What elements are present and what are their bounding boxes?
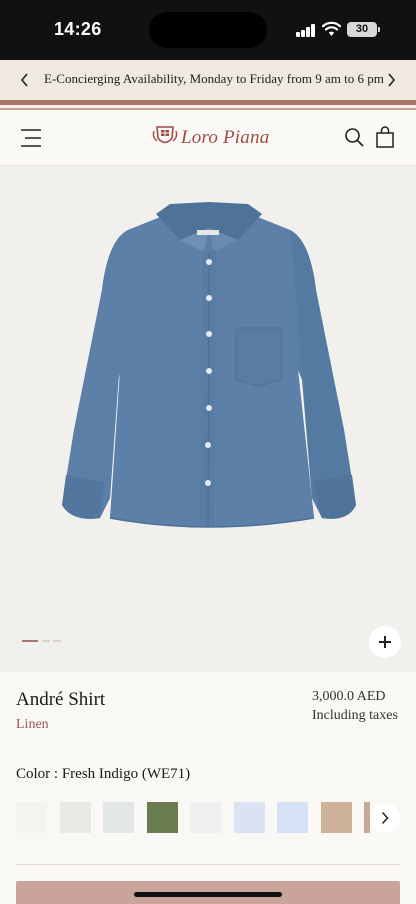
chevron-left-icon[interactable] xyxy=(17,72,33,88)
tax-note: Including taxes xyxy=(312,708,398,723)
color-swatch[interactable] xyxy=(233,802,265,833)
product-info: André Shirt Linen 3,000.0 AED Including … xyxy=(0,672,416,904)
brand-crest-icon xyxy=(152,126,178,144)
color-swatch[interactable] xyxy=(103,802,134,833)
product-gallery[interactable] xyxy=(0,167,416,672)
chevron-right-icon[interactable] xyxy=(383,72,399,88)
product-image-shirt xyxy=(62,202,356,528)
brand-logo[interactable]: Loro Piana xyxy=(152,122,270,152)
carousel-dot-active xyxy=(22,640,38,642)
color-swatch-list xyxy=(16,802,370,834)
shopping-bag-icon[interactable] xyxy=(375,126,395,148)
battery-icon: 30 xyxy=(347,22,377,37)
dynamic-island xyxy=(149,12,267,48)
divider xyxy=(16,864,400,865)
brand-wordmark: Loro Piana xyxy=(181,127,270,148)
wifi-icon xyxy=(322,21,341,36)
home-indicator xyxy=(134,892,282,897)
menu-icon[interactable] xyxy=(20,127,42,149)
carousel-pagination xyxy=(22,640,62,644)
zoom-plus-button[interactable] xyxy=(369,626,401,658)
color-swatch[interactable] xyxy=(190,802,221,833)
color-swatch[interactable] xyxy=(277,802,308,833)
product-name: André Shirt xyxy=(16,689,106,710)
status-bar: 14:26 30 xyxy=(0,0,416,60)
product-material: Linen xyxy=(16,717,49,732)
color-swatch[interactable] xyxy=(59,802,91,833)
cellular-signal-icon xyxy=(296,24,316,37)
carousel-dot xyxy=(53,640,61,642)
announcement-text: E-Concierging Availability, Monday to Fr… xyxy=(44,71,384,86)
selected-color-label: Color : Fresh Indigo (WE71) xyxy=(16,766,191,782)
color-swatch[interactable] xyxy=(320,802,352,833)
carousel-dot xyxy=(42,640,50,642)
color-swatch[interactable] xyxy=(16,802,47,833)
site-header: Loro Piana xyxy=(0,110,416,166)
status-time: 14:26 xyxy=(54,19,102,39)
color-swatch[interactable] xyxy=(146,802,178,833)
search-icon[interactable] xyxy=(344,127,364,147)
battery-tip xyxy=(378,27,380,32)
announcement-bar: E-Concierging Availability, Monday to Fr… xyxy=(0,60,416,100)
product-price: 3,000.0 AED xyxy=(312,689,386,704)
swatch-next-button[interactable] xyxy=(370,803,400,833)
